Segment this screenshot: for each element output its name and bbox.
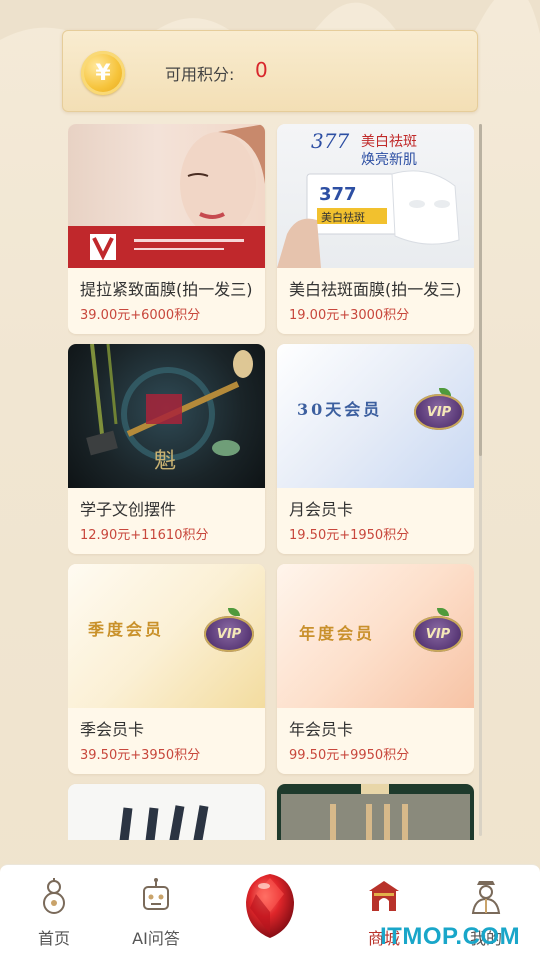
watermark-text: ITMOP.COM [380,923,521,950]
vip-badge-icon: VIP [413,616,463,652]
product-price: 39.00元+6000积分 [80,308,201,323]
svg-text:377: 377 [311,129,349,153]
product-name: 美白祛斑面膜(拍一发三) [289,280,462,299]
product-name: 提拉紧致面膜(拍一发三) [80,280,253,299]
product-image [68,784,265,840]
ruby-gem-icon[interactable] [244,872,296,940]
product-card[interactable]: 提拉紧致面膜(拍一发三) 39.00元+6000积分 [68,124,265,334]
product-card[interactable] [68,784,265,840]
product-image: 30天会员 VIP [277,344,474,488]
vip-badge-icon: VIP [414,394,464,430]
product-name: 月会员卡 [289,500,354,519]
product-image [68,124,265,268]
points-label: 可用积分: [165,65,235,84]
gourd-icon [43,878,65,914]
svg-text:美白祛斑: 美白祛斑 [361,134,417,150]
tab-label: 首页 [37,929,70,948]
product-card[interactable]: 377 美白祛斑 焕亮新肌 377 美白祛斑 美白祛斑面膜(拍一发三) 19.0… [277,124,474,334]
product-card[interactable]: 年度会员 VIP 年会员卡 99.50元+9950积分 [277,564,474,774]
product-price: 99.50元+9950积分 [289,748,410,763]
svg-text:焕亮新肌: 焕亮新肌 [361,151,417,168]
product-card[interactable]: 魁 学子文创摆件 12.90元+11610积分 [68,344,265,554]
product-price: 12.90元+11610积分 [80,528,209,543]
product-price: 39.50元+3950积分 [80,748,201,763]
product-name: 学子文创摆件 [80,500,177,519]
vip-title-text: 季度会员 [88,620,165,639]
points-card: ¥ 可用积分: 0 [62,30,478,112]
product-card[interactable] [277,784,474,840]
scrollbar[interactable] [479,124,482,836]
product-price: 19.00元+3000积分 [289,308,410,323]
product-image: 季度会员 VIP [68,564,265,708]
points-value: 0 [255,58,268,82]
vip-badge-icon: VIP [204,616,254,652]
tab-label: AI问答 [132,929,180,948]
product-image: 魁 [68,344,265,488]
product-price: 19.50元+1950积分 [289,528,410,543]
product-card[interactable]: 30天会员 VIP 月会员卡 19.50元+1950积分 [277,344,474,554]
product-grid: 提拉紧致面膜(拍一发三) 39.00元+6000积分 377 美白祛斑 焕亮新肌… [68,124,474,840]
scholar-icon [471,881,501,914]
product-name: 年会员卡 [289,720,354,739]
vip-title-text: 年度会员 [299,624,376,643]
tab-ai-qa[interactable]: AI问答 [102,865,210,960]
product-image: 377 美白祛斑 焕亮新肌 377 美白祛斑 [277,124,474,268]
product-card[interactable]: 季度会员 VIP 季会员卡 39.50元+3950积分 [68,564,265,774]
tab-home[interactable]: 首页 [0,865,108,960]
product-image: 年度会员 VIP [277,564,474,708]
svg-text:377: 377 [319,184,357,205]
vip-title-text: 30天会员 [297,400,383,419]
coin-icon: ¥ [81,51,125,95]
product-name: 季会员卡 [80,720,145,739]
svg-text:美白祛斑: 美白祛斑 [321,210,365,224]
gate-icon [369,881,399,911]
svg-text:魁: 魁 [154,449,176,474]
robot-icon [143,878,169,910]
product-image [277,784,474,840]
